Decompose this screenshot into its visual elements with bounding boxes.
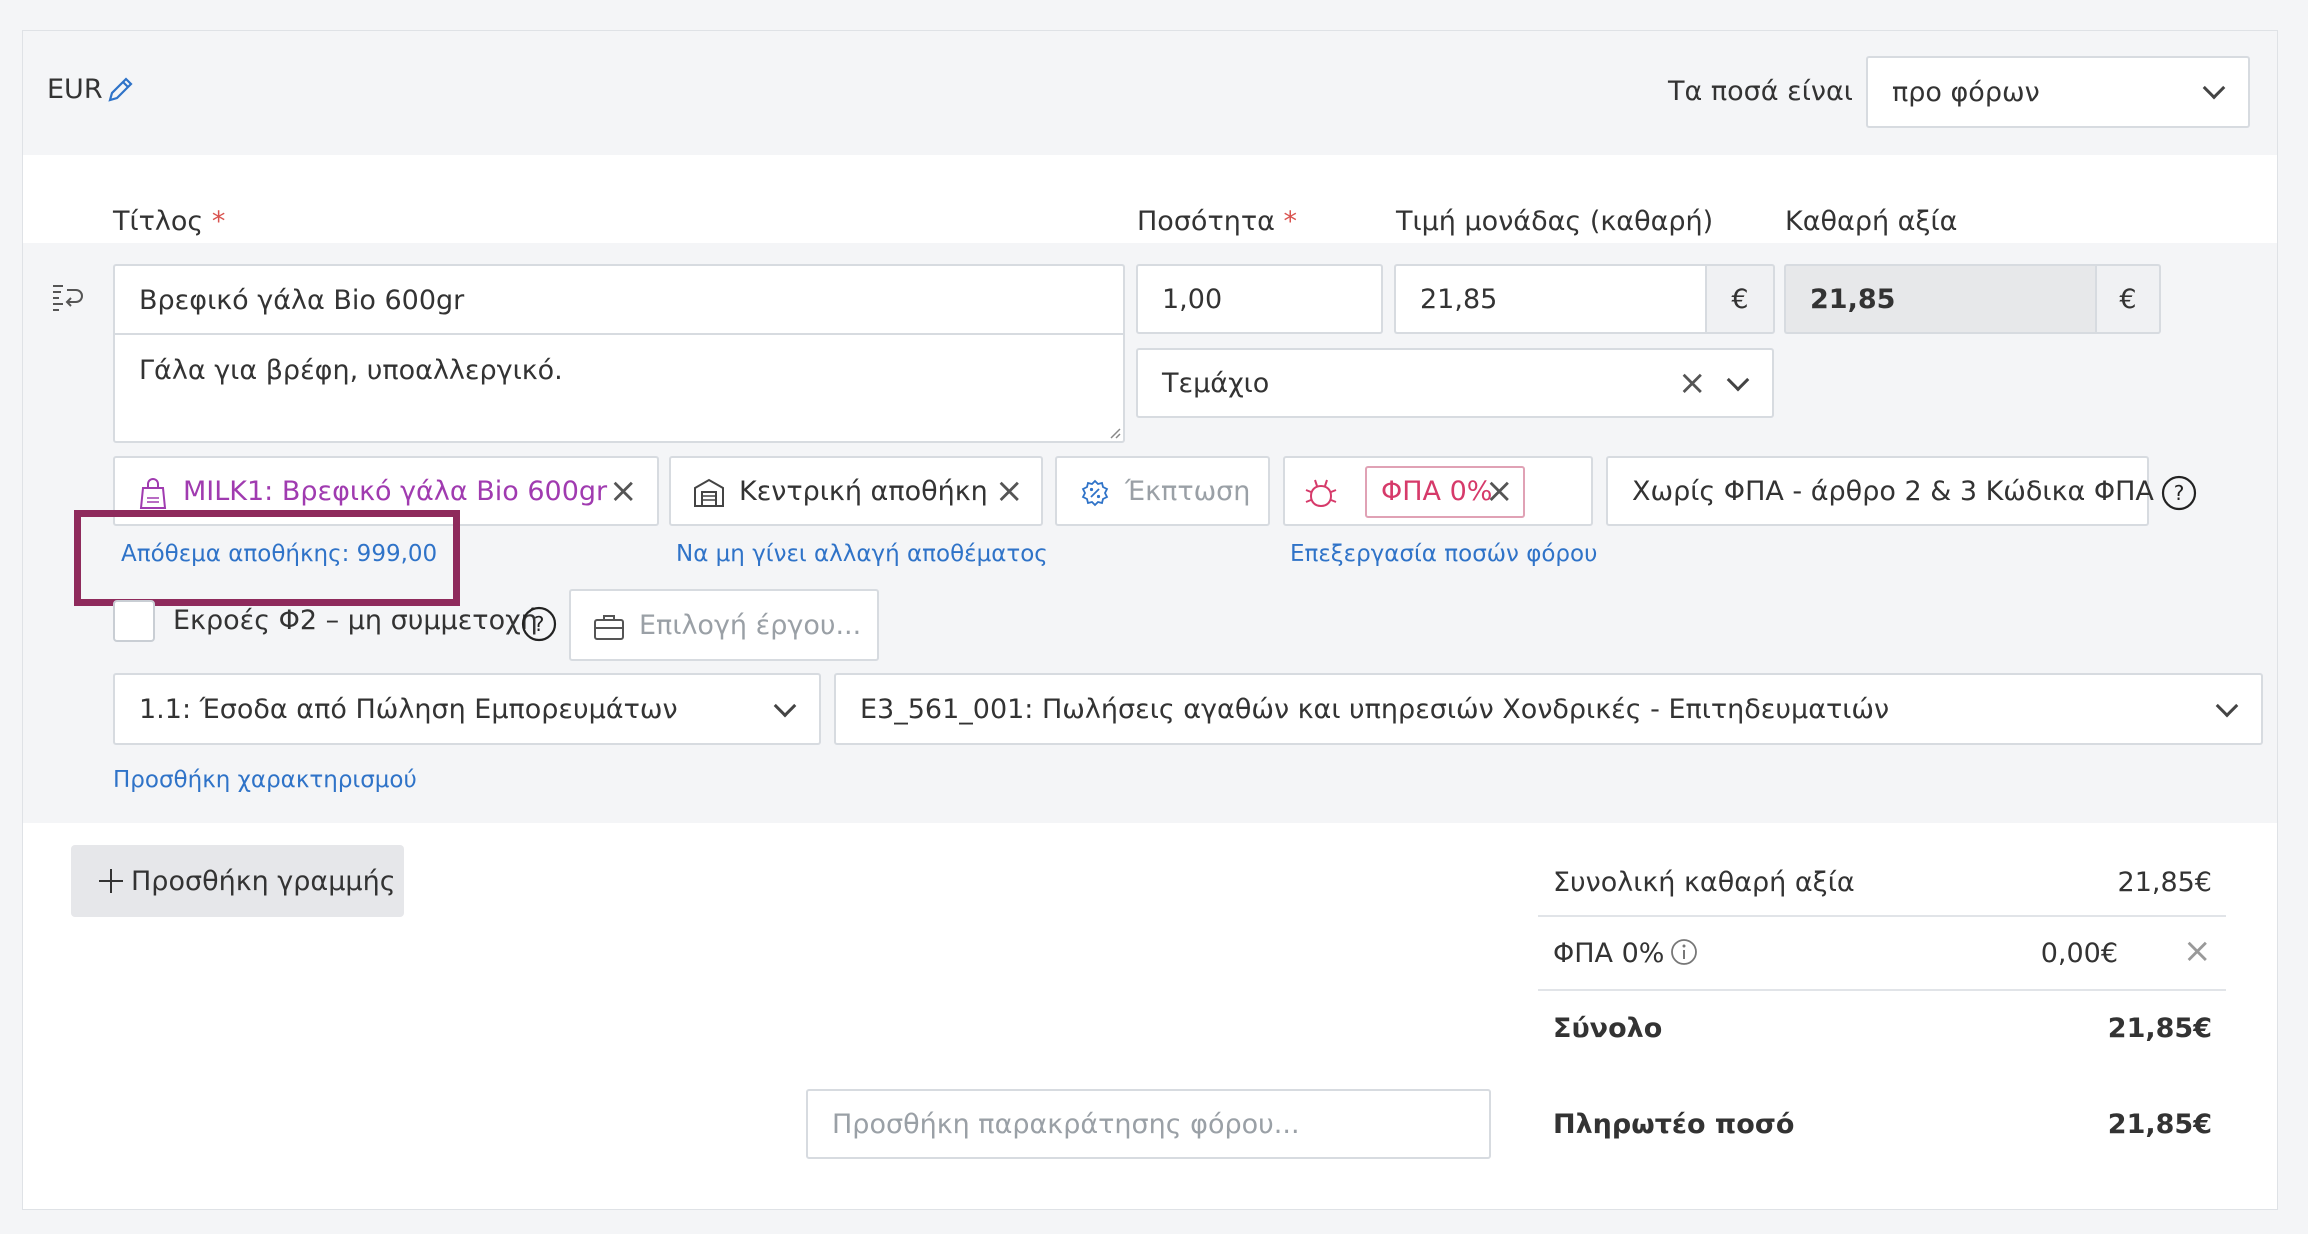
chevron-down-icon [773,694,797,718]
summary-payable-value: 21,85€ [2107,1109,2212,1140]
unit-price-input[interactable]: 21,85 [1394,264,1706,334]
warehouse-link[interactable]: Να μη γίνει αλλαγή αποθέματος [676,541,1048,567]
line-description-value: Γάλα για βρέφη, υποαλλεργικό. [139,355,563,386]
summary-payable-label: Πληρωτέο ποσό [1553,1109,1795,1140]
project-placeholder: Επιλογή έργου... [639,610,862,641]
unit-value: Τεμάχιο [1162,367,1270,399]
outflow-label: Εκροές Φ2 – μη συμμετοχή [173,605,538,636]
close-icon[interactable]: × [1485,474,1514,508]
summary-net-value: 21,85€ [2117,867,2212,898]
summary-total-value: 21,85€ [2107,1013,2212,1044]
chevron-down-icon[interactable] [1726,368,1750,392]
add-line-label: Προσθήκη γραμμής [131,865,396,897]
currency-symbol: € [2119,283,2137,315]
summary-net-label: Συνολική καθαρή αξία [1553,867,1855,898]
classification-category-select[interactable]: 1.1: Έσοδα από Πώληση Εμπορευμάτων [113,673,821,745]
line-title-input[interactable]: Βρεφικό γάλα Bio 600gr [113,264,1125,334]
vat-selector[interactable]: ΦΠΑ 0% × [1283,456,1593,526]
classification-category-value: 1.1: Έσοδα από Πώληση Εμπορευμάτων [139,693,678,725]
vat-exemption-select[interactable]: Χωρίς ΦΠΑ - άρθρο 2 & 3 Κώδικα ΦΠΑ [1606,456,2154,526]
project-select[interactable]: Επιλογή έργου... [569,589,879,661]
close-icon[interactable]: × [609,474,638,508]
close-icon[interactable]: × [1678,366,1707,400]
column-quantity: Ποσότητα * [1137,206,1297,237]
net-value: 21,85 [1810,283,1896,315]
amounts-label: Τα ποσά είναι [1668,76,1853,107]
discount-input[interactable]: Έκπτωση [1055,456,1270,526]
drag-handle-icon[interactable] [50,282,86,314]
resize-handle-icon[interactable] [1109,427,1121,439]
plus-icon [99,869,123,893]
pencil-icon[interactable] [104,74,136,106]
summary-divider [1538,989,2226,991]
withholding-tax-input[interactable]: Προσθήκη παρακράτησης φόρου... [806,1089,1491,1159]
vat-chip: ΦΠΑ 0% × [1365,466,1525,518]
close-icon[interactable]: × [2183,934,2212,968]
help-icon[interactable]: ? [521,606,557,642]
discount-icon [1081,479,1109,507]
vat-exemption-value: Χωρίς ΦΠΑ - άρθρο 2 & 3 Κώδικα ΦΠΑ [1632,475,2154,507]
product-chip-label: MILK1: Βρεφικό γάλα Bio 600gr [183,476,608,507]
discount-placeholder: Έκπτωση [1125,476,1251,507]
net-value-field: 21,85 [1784,264,2096,334]
quantity-value: 1,00 [1162,283,1223,315]
summary-vat-value: 0,00€ [2040,938,2118,969]
amounts-type-value: προ φόρων [1892,76,2040,108]
summary-divider [1538,915,2226,917]
chevron-down-icon [2215,694,2239,718]
add-classification-link[interactable]: Προσθήκη χαρακτηρισμού [113,767,417,793]
tax-icon [1305,479,1337,508]
warehouse-icon [694,478,724,507]
net-value-currency-addon: € [2095,264,2161,334]
bag-icon [139,478,167,509]
classification-type-value: E3_561_001: Πωλήσεις αγαθών και υπηρεσιώ… [860,693,1890,725]
unit-price-currency-addon: € [1705,264,1775,334]
currency-symbol: € [1731,283,1749,315]
svg-text:?: ? [2174,481,2185,505]
amounts-type-select[interactable]: προ φόρων [1866,56,2250,128]
vat-chip-label: ΦΠΑ 0% [1381,476,1493,507]
svg-text:?: ? [534,612,545,636]
briefcase-icon [594,615,624,640]
column-net-value: Καθαρή αξία [1785,206,1958,237]
tax-amounts-link[interactable]: Επεξεργασία ποσών φόρου [1290,541,1597,567]
currency-label: EUR [47,74,103,105]
chevron-down-icon [2202,76,2226,100]
add-line-button[interactable]: Προσθήκη γραμμής [71,845,404,917]
info-icon[interactable] [1670,938,1698,966]
close-icon[interactable]: × [995,474,1024,508]
unit-price-value: 21,85 [1420,283,1498,315]
column-unit-price: Τιμή μονάδας (καθαρή) [1396,206,1714,237]
stock-link[interactable]: Απόθεμα αποθήκης: 999,00 [121,541,437,567]
quantity-input[interactable]: 1,00 [1136,264,1383,334]
summary-vat-label: ΦΠΑ 0% [1553,938,1665,969]
warehouse-selector[interactable]: Κεντρική αποθήκη × [669,456,1043,526]
classification-type-select[interactable]: E3_561_001: Πωλήσεις αγαθών και υπηρεσιώ… [834,673,2263,745]
line-description-textarea[interactable]: Γάλα για βρέφη, υποαλλεργικό. [113,333,1125,443]
column-title: Τίτλος * [113,206,226,237]
summary-total-label: Σύνολο [1553,1013,1663,1044]
help-icon[interactable]: ? [2161,475,2197,511]
line-title-value: Βρεφικό γάλα Bio 600gr [139,284,465,316]
outflow-checkbox[interactable] [113,600,155,642]
unit-select[interactable]: Τεμάχιο × [1136,348,1774,418]
withholding-placeholder: Προσθήκη παρακράτησης φόρου... [832,1108,1300,1140]
warehouse-chip-label: Κεντρική αποθήκη [739,476,988,507]
